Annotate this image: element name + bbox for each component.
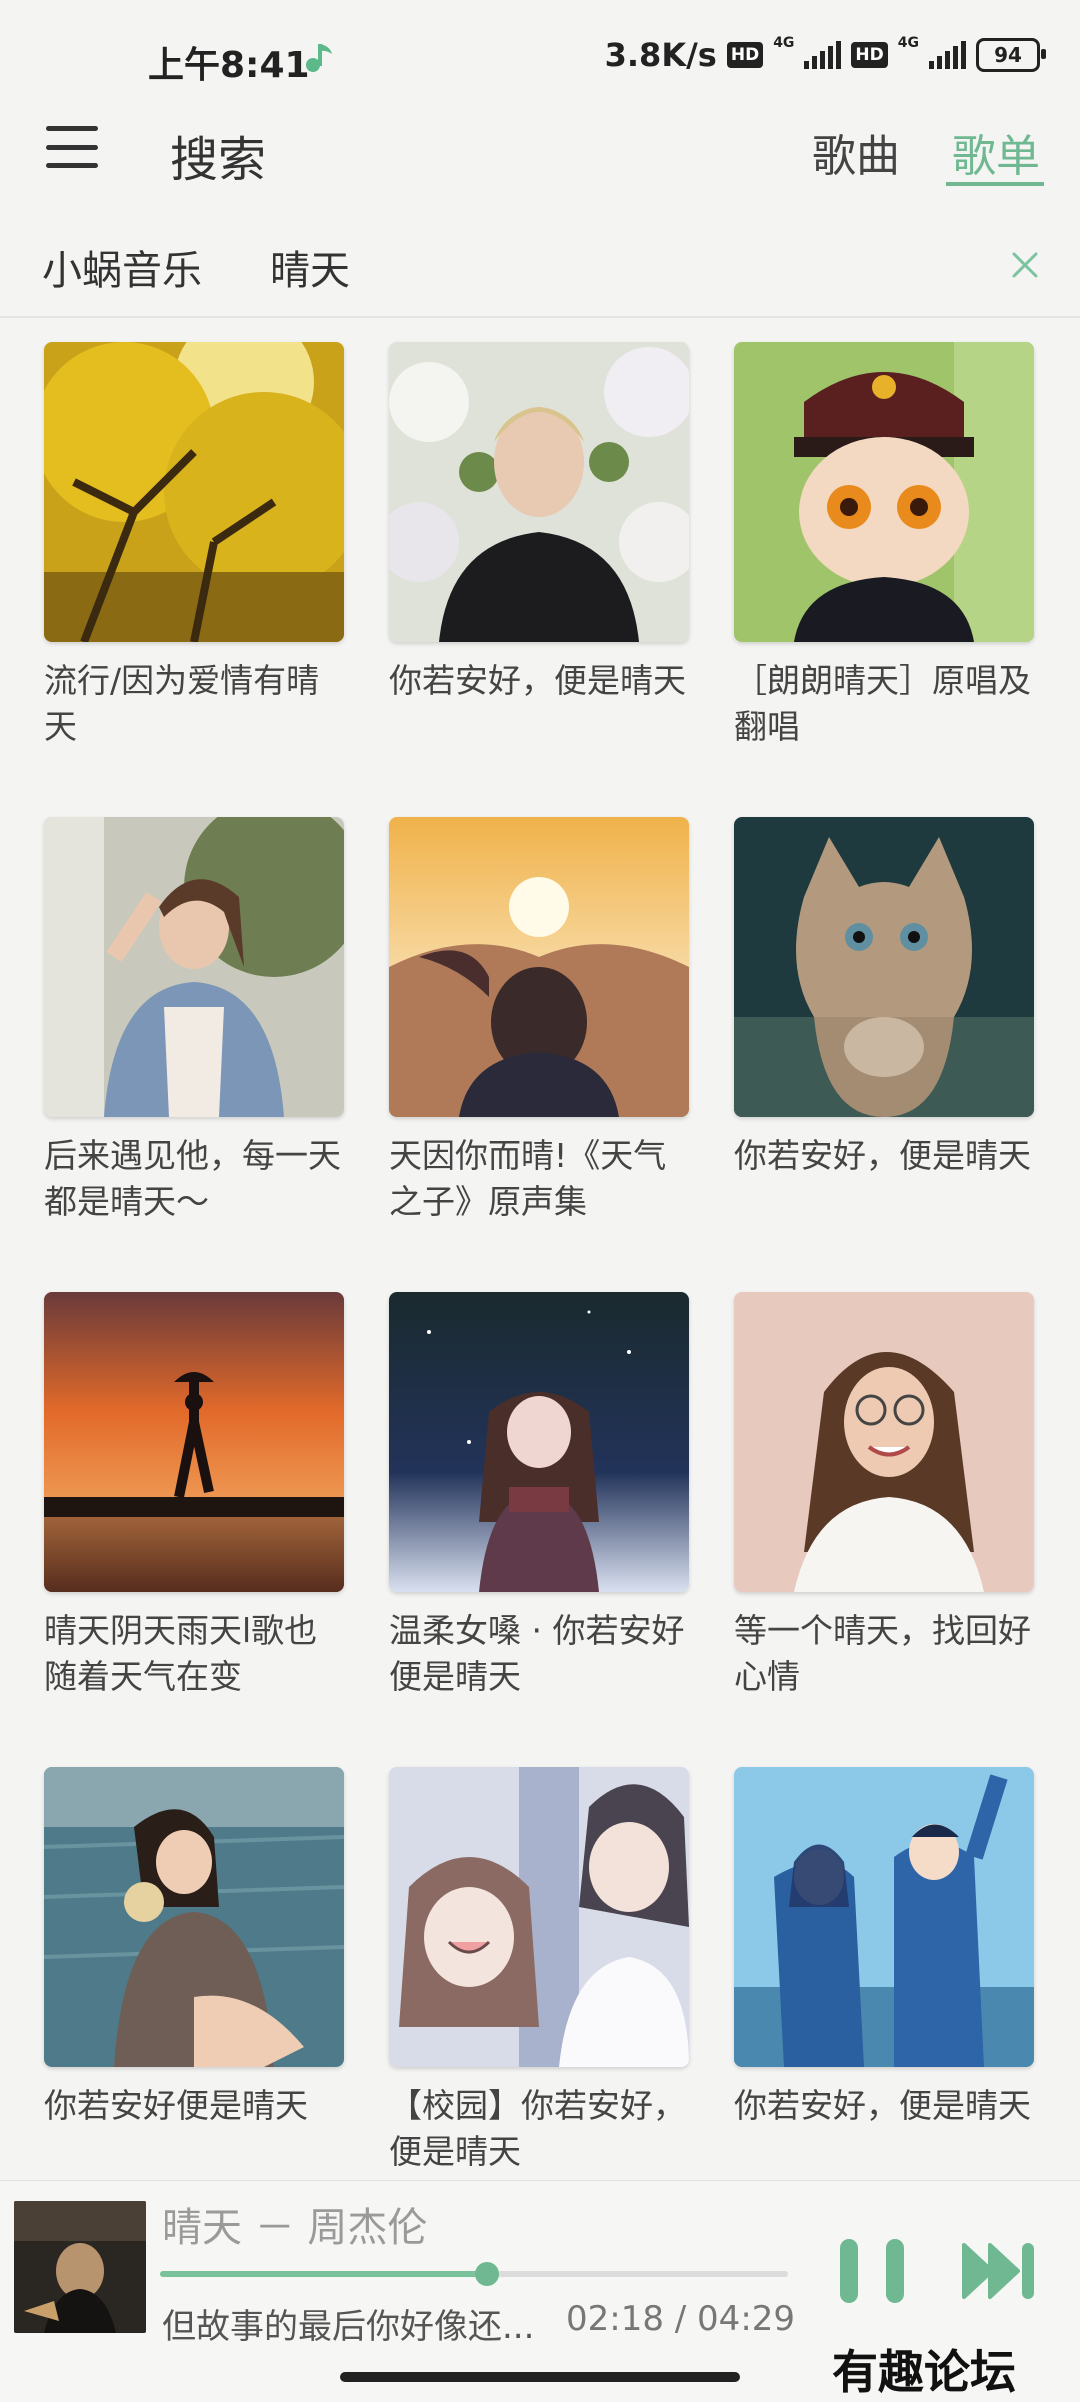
playlist-card[interactable]: 天因你而晴!《天气之子》原声集 — [389, 817, 689, 1225]
playlist-card[interactable]: 你若安好，便是晴天 — [734, 817, 1034, 1179]
progress-handle[interactable] — [474, 2262, 499, 2286]
playlist-cover — [389, 1767, 689, 2067]
playlist-card[interactable]: 【校园】你若安好，便是晴天 — [389, 1767, 689, 2175]
playlist-cover — [734, 817, 1034, 1117]
playlist-title: 等一个晴天，找回好心情 — [734, 1611, 1031, 1696]
home-indicator[interactable] — [340, 2372, 740, 2382]
playlist-title: 流行/因为爱情有晴天 — [44, 661, 320, 746]
playlist-title: 你若安好，便是晴天 — [389, 661, 686, 700]
now-playing-title: 晴天 － 周杰伦 — [162, 2205, 428, 2251]
battery-level: 94 — [994, 43, 1022, 67]
playlist-cover — [44, 817, 344, 1117]
playlist-title: 【校园】你若安好，便是晴天 — [389, 2086, 686, 2171]
search-bar: 小蜗音乐 晴天 — [0, 214, 1080, 318]
playlist-cover — [389, 817, 689, 1117]
watermark: 有趣论坛 — [832, 2345, 1016, 2399]
pause-icon[interactable] — [836, 2235, 908, 2307]
playlist-cover — [44, 1292, 344, 1592]
signal-icon — [804, 41, 842, 69]
playlist-title: 天因你而晴!《天气之子》原声集 — [389, 1136, 667, 1221]
network-type-2: 4G — [897, 35, 919, 51]
playlist-cover — [734, 1767, 1034, 2067]
network-speed: 3.8K/s — [604, 36, 717, 74]
playlist-title: 温柔女嗓 · 你若安好便是晴天 — [389, 1611, 685, 1696]
hd-badge-2: HD — [851, 42, 888, 68]
playlist-cover — [389, 342, 689, 642]
playlist-title: 你若安好，便是晴天 — [734, 2086, 1031, 2125]
playlist-cover — [44, 1767, 344, 2067]
playlist-card[interactable]: 你若安好，便是晴天 — [389, 342, 689, 704]
network-type: 4G — [773, 35, 795, 51]
playlist-title: ［朗朗晴天］原唱及翻唱 — [734, 661, 1031, 746]
progress-fill — [160, 2271, 487, 2277]
page-title: 搜索 — [170, 132, 267, 188]
now-playing-lyric: 但故事的最后你好像还... — [162, 2307, 535, 2347]
status-bar: 上午8:41 3.8K/s HD 4G HD 4G 94 — [0, 0, 1080, 120]
tab-playlists[interactable]: 歌单 — [952, 120, 1040, 184]
playlist-cover — [44, 342, 344, 642]
close-icon[interactable] — [1008, 248, 1042, 282]
battery-icon: 94 — [976, 38, 1046, 72]
tab-songs[interactable]: 歌曲 — [812, 120, 900, 184]
now-playing-time: 02:18 / 04:29 — [566, 2299, 796, 2339]
playlist-title: 你若安好，便是晴天 — [734, 1136, 1031, 1175]
playlist-card[interactable]: 后来遇见他，每一天都是晴天～ — [44, 817, 344, 1225]
playlist-card[interactable]: 等一个晴天，找回好心情 — [734, 1292, 1034, 1700]
now-playing-cover[interactable] — [14, 2201, 146, 2333]
playlist-card[interactable]: 晴天阴天雨天l歌也随着天气在变 — [44, 1292, 344, 1700]
music-note-icon — [306, 44, 332, 72]
playlist-cover — [389, 1292, 689, 1592]
playlist-card[interactable]: 流行/因为爱情有晴天 — [44, 342, 344, 750]
playlist-card[interactable]: ［朗朗晴天］原唱及翻唱 — [734, 342, 1034, 750]
playlist-title: 后来遇见他，每一天都是晴天～ — [44, 1136, 341, 1221]
status-time: 上午8:41 — [148, 45, 310, 86]
active-tab-indicator — [946, 182, 1044, 186]
playlist-cover — [734, 1292, 1034, 1592]
status-indicators: 3.8K/s HD 4G HD 4G 94 — [604, 35, 1046, 74]
search-query[interactable]: 晴天 — [270, 238, 350, 296]
search-source[interactable]: 小蜗音乐 — [42, 238, 202, 296]
playlist-card[interactable]: 温柔女嗓 · 你若安好便是晴天 — [389, 1292, 689, 1700]
playlist-card[interactable]: 你若安好，便是晴天 — [734, 1767, 1034, 2129]
next-track-icon[interactable] — [960, 2239, 1040, 2303]
menu-icon[interactable] — [46, 126, 98, 168]
signal-icon-2 — [929, 41, 966, 69]
hd-badge: HD — [726, 42, 764, 68]
playlist-cover — [734, 342, 1034, 642]
playlist-title: 你若安好便是晴天 — [44, 2086, 308, 2125]
playlist-title: 晴天阴天雨天l歌也随着天气在变 — [44, 1611, 318, 1696]
progress-bar[interactable] — [160, 2262, 788, 2286]
playlist-card[interactable]: 你若安好便是晴天 — [44, 1767, 344, 2129]
